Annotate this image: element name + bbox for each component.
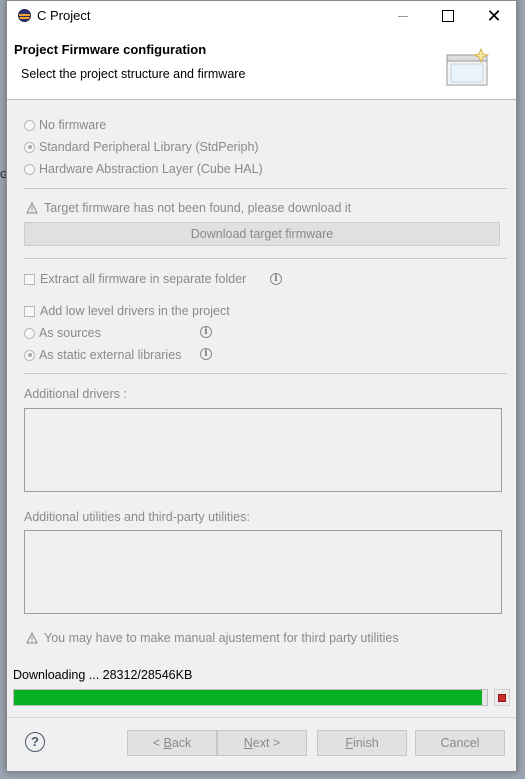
additional-utilities-list[interactable] (24, 530, 502, 614)
wizard-header: Project Firmware configuration Select th… (7, 31, 516, 100)
radio-label: No firmware (39, 118, 107, 132)
radio-no-firmware[interactable]: No firmware (24, 118, 106, 132)
wizard-content: No firmware Standard Peripheral Library … (7, 100, 516, 771)
progress-label: Downloading ... 28312/28546KB (13, 668, 193, 682)
radio-button[interactable] (24, 119, 35, 131)
title-bar: C Project ✕ (7, 1, 516, 31)
finish-button[interactable]: Finish (317, 730, 407, 756)
warning-text: You may have to make manual ajustement f… (44, 631, 399, 645)
third-party-warning: You may have to make manual ajustement f… (26, 631, 399, 645)
separator (24, 258, 507, 259)
radio-as-static-libraries[interactable]: As static external libraries (24, 348, 181, 362)
button-mnemonic: N (243, 736, 253, 750)
radio-label: Standard Peripheral Library (StdPeriph) (39, 140, 259, 154)
checkbox[interactable] (24, 305, 35, 317)
checkbox[interactable] (24, 273, 35, 285)
extract-firmware-checkbox[interactable]: Extract all firmware in separate folder (24, 272, 246, 286)
additional-drivers-list[interactable] (24, 408, 502, 492)
radio-button[interactable] (24, 327, 35, 339)
maximize-button[interactable] (425, 1, 471, 31)
page-subtitle: Select the project structure and firmwar… (21, 67, 246, 81)
warning-text: Target firmware has not been found, plea… (44, 201, 352, 215)
button-text: ext > (252, 736, 281, 750)
checkbox-label: Add low level drivers in the project (40, 304, 230, 318)
radio-as-sources[interactable]: As sources (24, 326, 101, 340)
dialog-window: C Project ✕ Project Firmware configurati… (6, 0, 517, 772)
warning-icon (26, 202, 38, 214)
target-warning: Target firmware has not been found, plea… (26, 201, 351, 215)
additional-utilities-label: Additional utilities and third-party uti… (24, 510, 250, 524)
low-level-drivers-checkbox[interactable]: Add low level drivers in the project (24, 304, 230, 318)
maximize-icon (442, 10, 454, 22)
eclipse-icon (18, 9, 31, 22)
button-mnemonic: B (163, 736, 172, 750)
separator (24, 373, 507, 374)
cancel-button[interactable]: Cancel (415, 730, 505, 756)
close-icon: ✕ (486, 5, 502, 26)
minimize-button[interactable] (380, 1, 426, 31)
download-firmware-button[interactable]: Download target firmware (24, 222, 500, 246)
info-icon[interactable]: i (270, 273, 282, 285)
radio-button[interactable] (24, 349, 35, 361)
radio-label: As sources (39, 326, 101, 340)
warning-icon (26, 632, 38, 644)
radio-label: Hardware Abstraction Layer (Cube HAL) (39, 162, 263, 176)
separator (24, 188, 507, 189)
radio-button[interactable] (24, 141, 35, 153)
progress-fill (14, 690, 483, 705)
minimize-icon (398, 15, 408, 17)
back-button[interactable]: < Back (127, 730, 217, 756)
info-icon[interactable]: i (200, 326, 212, 338)
button-text: ack (171, 736, 192, 750)
button-text: inish (352, 736, 379, 750)
help-icon[interactable]: ? (25, 732, 45, 752)
window-title: C Project (37, 8, 91, 23)
radio-button[interactable] (24, 163, 35, 175)
stop-icon (498, 693, 506, 702)
stop-download-button[interactable] (494, 689, 510, 706)
radio-label: As static external libraries (39, 348, 182, 362)
page-title: Project Firmware configuration (14, 42, 207, 57)
radio-stdperiph[interactable]: Standard Peripheral Library (StdPeriph) (24, 140, 259, 154)
close-button[interactable]: ✕ (471, 1, 517, 31)
download-progress-bar (13, 689, 488, 706)
radio-cube-hal[interactable]: Hardware Abstraction Layer (Cube HAL) (24, 162, 263, 176)
info-icon[interactable]: i (200, 348, 212, 360)
additional-drivers-label: Additional drivers : (24, 387, 127, 401)
checkbox-label: Extract all firmware in separate folder (40, 272, 247, 286)
next-button[interactable]: Next > (217, 730, 307, 756)
button-mnemonic: F (345, 736, 353, 750)
separator (7, 717, 516, 718)
wizard-banner-icon (446, 47, 490, 86)
button-text: < (152, 736, 164, 750)
